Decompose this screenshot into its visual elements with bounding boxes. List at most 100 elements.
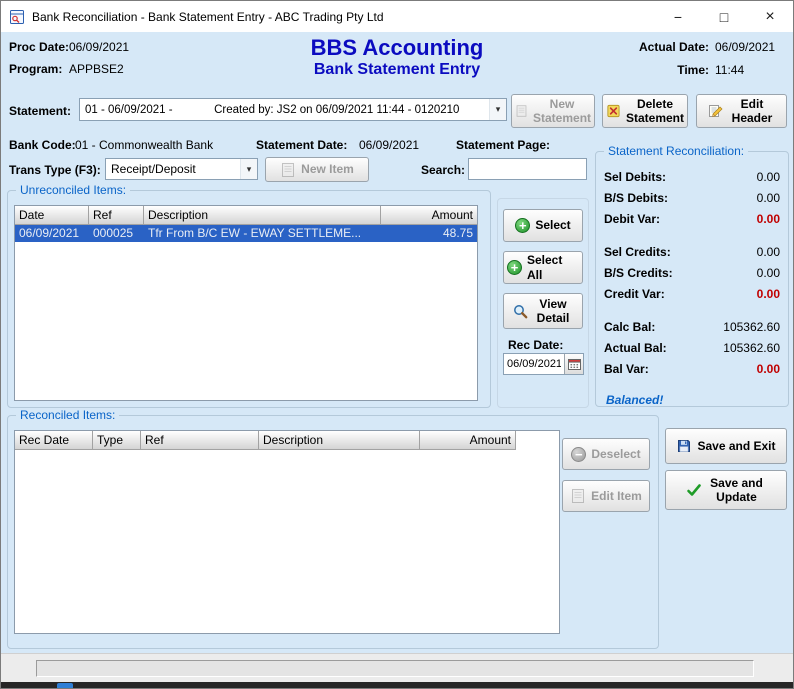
new-statement-button[interactable]: New Statement (511, 94, 595, 128)
trans-type-value: Receipt/Deposit (106, 162, 240, 176)
edit-item-button[interactable]: Edit Item (562, 480, 650, 512)
recon-value: 0.00 (757, 362, 780, 376)
deselect-button[interactable]: − Deselect (562, 438, 650, 470)
cell-description: Tfr From B/C EW - EWAY SETTLEME... (144, 225, 381, 242)
recon-row-bal-var: Bal Var: 0.00 (602, 358, 782, 379)
save-and-exit-button[interactable]: Save and Exit (665, 428, 787, 464)
unreconciled-items-label: Unreconciled Items: (16, 183, 130, 197)
cell-ref: 000025 (89, 225, 144, 242)
recon-row-bs-credits: B/S Credits:0.00 (602, 262, 782, 283)
statement-page-label: Statement Page: (456, 138, 550, 152)
search-input[interactable] (468, 158, 587, 180)
unreconciled-table-header: Date Ref Description Amount (15, 206, 477, 225)
recon-value: 0.00 (757, 212, 780, 226)
trans-type-combobox[interactable]: Receipt/Deposit ▾ (105, 158, 258, 180)
select-all-button[interactable]: + Select All (503, 251, 583, 284)
close-icon: × (765, 8, 774, 26)
taskbar-app-icon[interactable] (57, 683, 73, 688)
minimize-button[interactable]: − (655, 1, 701, 32)
app-window: Bank Reconciliation - Bank Statement Ent… (0, 0, 794, 689)
unreconciled-items-group: Unreconciled Items: Date Ref Description… (7, 190, 491, 408)
recon-label: Credit Var: (604, 287, 665, 301)
reconciled-table: Rec Date Type Ref Description Amount (14, 430, 560, 634)
column-header-date[interactable]: Date (15, 206, 89, 225)
titlebar[interactable]: Bank Reconciliation - Bank Statement Ent… (1, 1, 793, 32)
column-header-amount[interactable]: Amount (381, 206, 477, 225)
edit-item-label: Edit Item (591, 489, 642, 503)
balanced-status: Balanced! (602, 391, 782, 409)
edit-header-icon (708, 103, 724, 119)
select-button[interactable]: + Select (503, 209, 583, 242)
minimize-icon: − (674, 9, 682, 25)
recon-row-actual-bal: Actual Bal:105362.60 (602, 337, 782, 358)
recon-value: 0.00 (757, 245, 780, 259)
statement-combobox-value: 01 - 06/09/2021 - Created by: JS2 on 06/… (80, 104, 489, 116)
reconciliation-body: Sel Debits: 0.00 B/S Debits:0.00 Debit Va… (596, 152, 788, 409)
statement-label: Statement: (9, 104, 71, 118)
recon-label: Sel Credits: (604, 245, 671, 259)
column-header-ref[interactable]: Ref (141, 431, 259, 450)
edit-item-icon (570, 488, 586, 504)
select-all-label: Select All (527, 253, 579, 282)
recon-label: Debit Var: (604, 212, 660, 226)
column-header-rec-date[interactable]: Rec Date (15, 431, 93, 450)
edit-header-button[interactable]: Edit Header (696, 94, 787, 128)
time-value: 11:44 (715, 63, 785, 77)
calendar-button[interactable] (564, 354, 583, 374)
recon-label: Actual Bal: (604, 341, 667, 355)
check-icon (686, 482, 702, 498)
recon-row-sel-debits: Sel Debits: 0.00 (602, 166, 782, 187)
close-button[interactable]: × (747, 1, 793, 32)
recon-value: 105362.60 (723, 320, 780, 334)
unreconciled-actions-panel: + Select + Select All View Detail Rec Da… (497, 198, 589, 408)
rec-date-label: Rec Date: (508, 338, 563, 352)
delete-statement-label: Delete Statement (626, 97, 684, 126)
maximize-button[interactable]: □ (701, 1, 747, 32)
chevron-down-icon[interactable]: ▾ (240, 159, 257, 179)
rec-date-field (503, 353, 584, 375)
app-icon (9, 9, 25, 25)
recon-row-calc-bal: Calc Bal:105362.60 (602, 316, 782, 337)
delete-statement-button[interactable]: Delete Statement (602, 94, 688, 128)
status-message-area (36, 660, 754, 677)
recon-row-bs-debits: B/S Debits:0.00 (602, 187, 782, 208)
reconciled-table-header: Rec Date Type Ref Description Amount (15, 431, 559, 450)
calendar-icon (568, 358, 581, 370)
column-header-type[interactable]: Type (93, 431, 141, 450)
view-detail-label: View Detail (533, 297, 573, 326)
column-header-description[interactable]: Description (144, 206, 381, 225)
edit-header-label: Edit Header (729, 97, 775, 126)
unreconciled-row-selected[interactable]: 06/09/2021 000025 Tfr From B/C EW - EWAY… (15, 225, 477, 242)
recon-label: Bal Var: (604, 362, 649, 376)
recon-row-sel-credits: Sel Credits: 0.00 (602, 241, 782, 262)
rec-date-input[interactable] (504, 354, 564, 374)
plus-circle-icon: + (515, 218, 530, 233)
chevron-down-icon[interactable]: ▾ (489, 99, 506, 120)
plus-glyph: + (519, 219, 527, 232)
column-header-filler (516, 431, 559, 450)
select-label: Select (535, 218, 570, 232)
statement-combobox[interactable]: 01 - 06/09/2021 - Created by: JS2 on 06/… (79, 98, 507, 121)
bank-code-value: 01 - Commonwealth Bank (75, 138, 213, 152)
time-label: Time: (677, 63, 709, 77)
unreconciled-table: Date Ref Description Amount 06/09/2021 0… (14, 205, 478, 401)
bank-code-label: Bank Code: (9, 138, 76, 152)
app-subtitle: Bank Statement Entry (1, 61, 793, 79)
column-header-amount[interactable]: Amount (420, 431, 516, 450)
recon-value: 0.00 (757, 191, 780, 205)
recon-value: 0.00 (757, 170, 780, 184)
new-item-button[interactable]: New Item (265, 157, 369, 182)
statement-date-label: Statement Date: (256, 138, 347, 152)
recon-label: Sel Debits: (604, 170, 666, 184)
taskbar (1, 682, 793, 688)
column-header-ref[interactable]: Ref (89, 206, 144, 225)
save-and-update-button[interactable]: Save and Update (665, 470, 787, 510)
maximize-icon: □ (720, 9, 728, 25)
reconciled-items-label: Reconciled Items: (16, 408, 119, 422)
trans-type-label: Trans Type (F3): (9, 163, 101, 177)
view-detail-button[interactable]: View Detail (503, 293, 583, 329)
new-item-label: New Item (301, 162, 354, 176)
column-header-description[interactable]: Description (259, 431, 420, 450)
actual-date-label: Actual Date: (639, 40, 709, 54)
recon-value: 0.00 (757, 287, 780, 301)
